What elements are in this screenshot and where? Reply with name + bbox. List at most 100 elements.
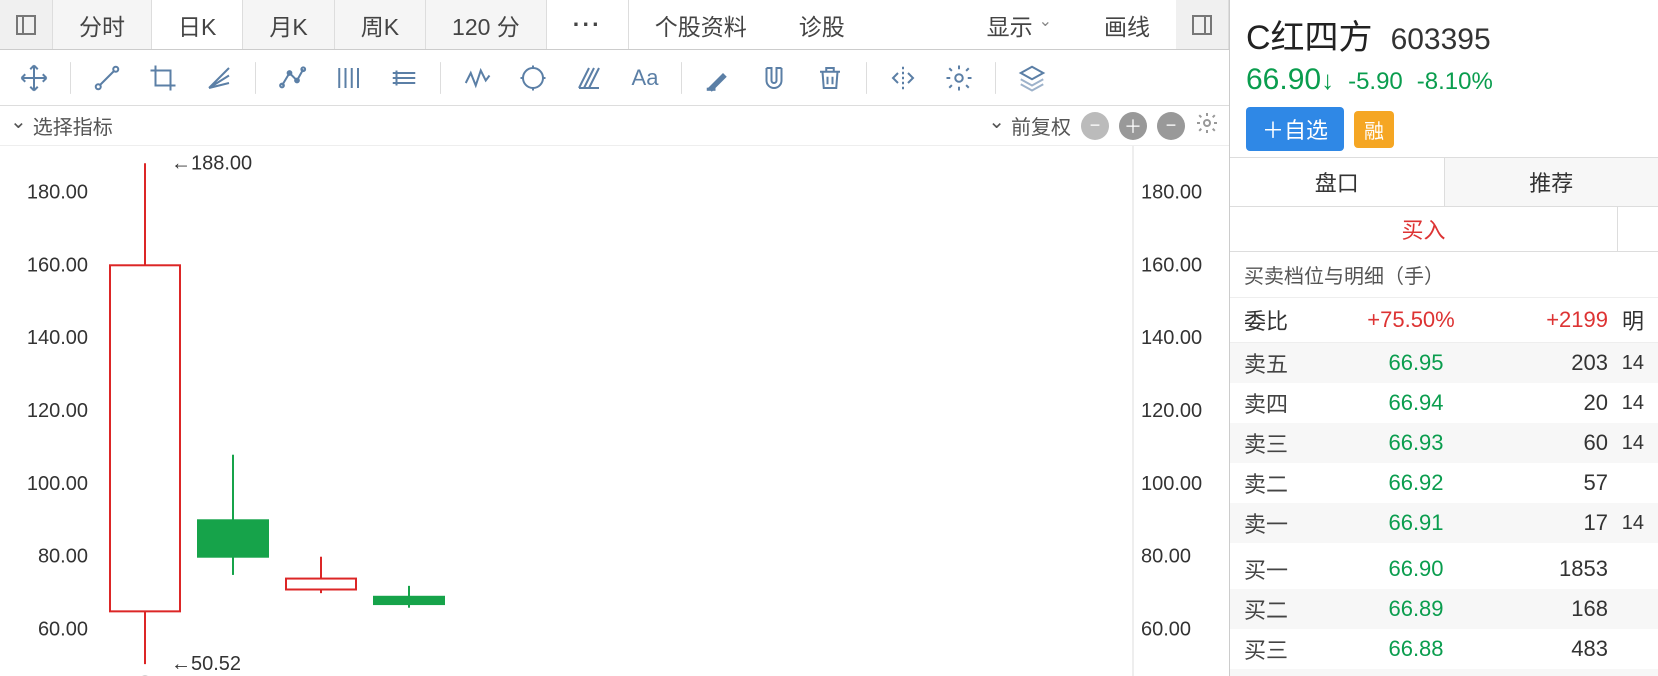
tab-pankou[interactable]: 盘口 [1230,158,1445,206]
level-extra: 14 [1608,352,1644,375]
separator [440,62,441,94]
level-qty: 57 [1528,470,1608,496]
svg-text:120.00: 120.00 [27,400,88,422]
margin-badge: 融 [1354,111,1394,148]
tab-tuijian[interactable]: 推荐 [1445,158,1658,206]
delete-tool-icon[interactable] [804,56,856,100]
level-label: 卖四 [1244,387,1304,419]
level-label: 卖一 [1244,507,1304,539]
panel-toggle-right[interactable] [1176,0,1229,49]
separator [255,62,256,94]
zigzag-tool-icon[interactable] [451,56,503,100]
svg-text:160.00: 160.00 [27,254,88,276]
zoom-in-button[interactable]: ＋ [1119,112,1147,140]
stock-name: C红四方 [1246,10,1373,59]
separator [866,62,867,94]
level-extra: 14 [1608,392,1644,415]
text-tool-icon[interactable]: Aa [619,56,671,100]
level-price: 66.90 [1304,556,1528,582]
orderbook-row[interactable]: 卖四66.942014 [1230,383,1658,423]
add-watchlist-button[interactable]: ＋自选 [1246,107,1344,151]
magnet-tool-icon[interactable] [748,56,800,100]
svg-text:180.00: 180.00 [1141,181,1202,203]
tab-day-k[interactable]: 日K [152,0,243,49]
orderbook-row[interactable]: 卖三66.936014 [1230,423,1658,463]
wb-pct: +75.50% [1304,307,1518,333]
orderbook-asks: 卖五66.9520314卖四66.942014卖三66.936014卖二66.9… [1230,343,1658,543]
down-arrow-icon: ↓ [1321,65,1334,95]
wb-extra: 明 [1608,304,1644,336]
period-tabs: 分时 日K 月K 周K 120 分 ··· 个股资料 诊股 显示 画线 [0,0,1229,50]
settings-tool-icon[interactable] [933,56,985,100]
svg-text:160.00: 160.00 [1141,254,1202,276]
drawline-button[interactable]: 画线 [1078,0,1176,49]
collapse-button[interactable]: − [1157,112,1185,140]
display-menu[interactable]: 显示 [961,0,1078,49]
level-label: 卖三 [1244,427,1304,459]
level-price: 66.94 [1304,390,1528,416]
change-abs: -5.90 [1348,68,1403,96]
gear-icon[interactable] [1195,111,1219,141]
orderbook-row[interactable]: 买三66.88483 [1230,629,1658,669]
tab-120m[interactable]: 120 分 [426,0,547,49]
stock-code: 603395 [1391,23,1491,57]
fan-tool-icon[interactable] [193,56,245,100]
orderbook-row[interactable]: 卖二66.9257 [1230,463,1658,503]
level-qty: 17 [1528,510,1608,536]
level-label: 买二 [1244,593,1304,625]
orderbook-row[interactable]: 卖五66.9520314 [1230,343,1658,383]
level-price: 66.91 [1304,510,1528,536]
level-qty: 60 [1528,430,1608,456]
orderbook-row[interactable]: 卖一66.911714 [1230,503,1658,543]
svg-text:100.00: 100.00 [1141,473,1202,495]
buy-button[interactable]: 买入 [1230,207,1618,251]
orderbook-row[interactable]: 买一66.901853 [1230,549,1658,589]
brush-tool-icon[interactable] [563,56,615,100]
quote-panel: C红四方 603395 66.90↓ -5.90 -8.10% ＋自选 融 盘口… [1230,0,1658,676]
level-price: 66.89 [1304,596,1528,622]
chevron-down-icon [988,113,1005,138]
svg-text:120.00: 120.00 [1141,400,1202,422]
layers-tool-icon[interactable] [1006,56,1058,100]
buy-header-row: 买入 [1230,207,1658,252]
svg-text:60.00: 60.00 [38,619,88,641]
channel-tool-icon[interactable] [378,56,430,100]
chevron-down-icon [10,113,27,138]
svg-text:140.00: 140.00 [27,327,88,349]
tab-more[interactable]: ··· [547,0,629,49]
tab-stock-profile[interactable]: 个股资料 [629,0,773,49]
level-extra: 14 [1608,512,1644,535]
weibi-row: 委比 +75.50% +2199 明 [1230,298,1658,343]
drawing-toolbar: Aa [0,50,1229,106]
panel-toggle-left[interactable] [0,0,53,49]
marker-tool-icon[interactable] [692,56,744,100]
parallel-lines-icon[interactable] [322,56,374,100]
tab-diagnosis[interactable]: 诊股 [773,0,871,49]
orderbook-title: 买卖档位与明细（手） [1230,252,1658,298]
svg-text:180.00: 180.00 [27,181,88,203]
zoom-out-button[interactable]: − [1081,112,1109,140]
crop-tool-icon[interactable] [137,56,189,100]
orderbook-row[interactable]: 买四66.873314 [1230,669,1658,676]
select-indicator[interactable]: 选择指标 [10,111,113,140]
move-tool-icon[interactable] [8,56,60,100]
buy-extra[interactable] [1618,207,1658,251]
separator [995,62,996,94]
level-label: 买一 [1244,553,1304,585]
tab-fenshi[interactable]: 分时 [53,0,152,49]
svg-text:80.00: 80.00 [1141,546,1191,568]
candlestick-chart[interactable]: 60.0060.0080.0080.00100.00100.00120.0012… [0,146,1229,676]
fuquan-menu[interactable]: 前复权 [988,111,1071,140]
orderbook-row[interactable]: 买二66.89168 [1230,589,1658,629]
split-tool-icon[interactable] [877,56,929,100]
tab-month-k[interactable]: 月K [243,0,334,49]
trendline-tool-icon[interactable] [81,56,133,100]
svg-text:←188.00: ←188.00 [171,152,252,174]
indicator-bar: 选择指标 前复权 − ＋ − [0,106,1229,146]
level-label: 买三 [1244,633,1304,665]
svg-text:←50.52: ←50.52 [171,653,241,675]
polyline-tool-icon[interactable] [266,56,318,100]
circle-tool-icon[interactable] [507,56,559,100]
tab-week-k[interactable]: 周K [335,0,426,49]
level-price: 66.93 [1304,430,1528,456]
